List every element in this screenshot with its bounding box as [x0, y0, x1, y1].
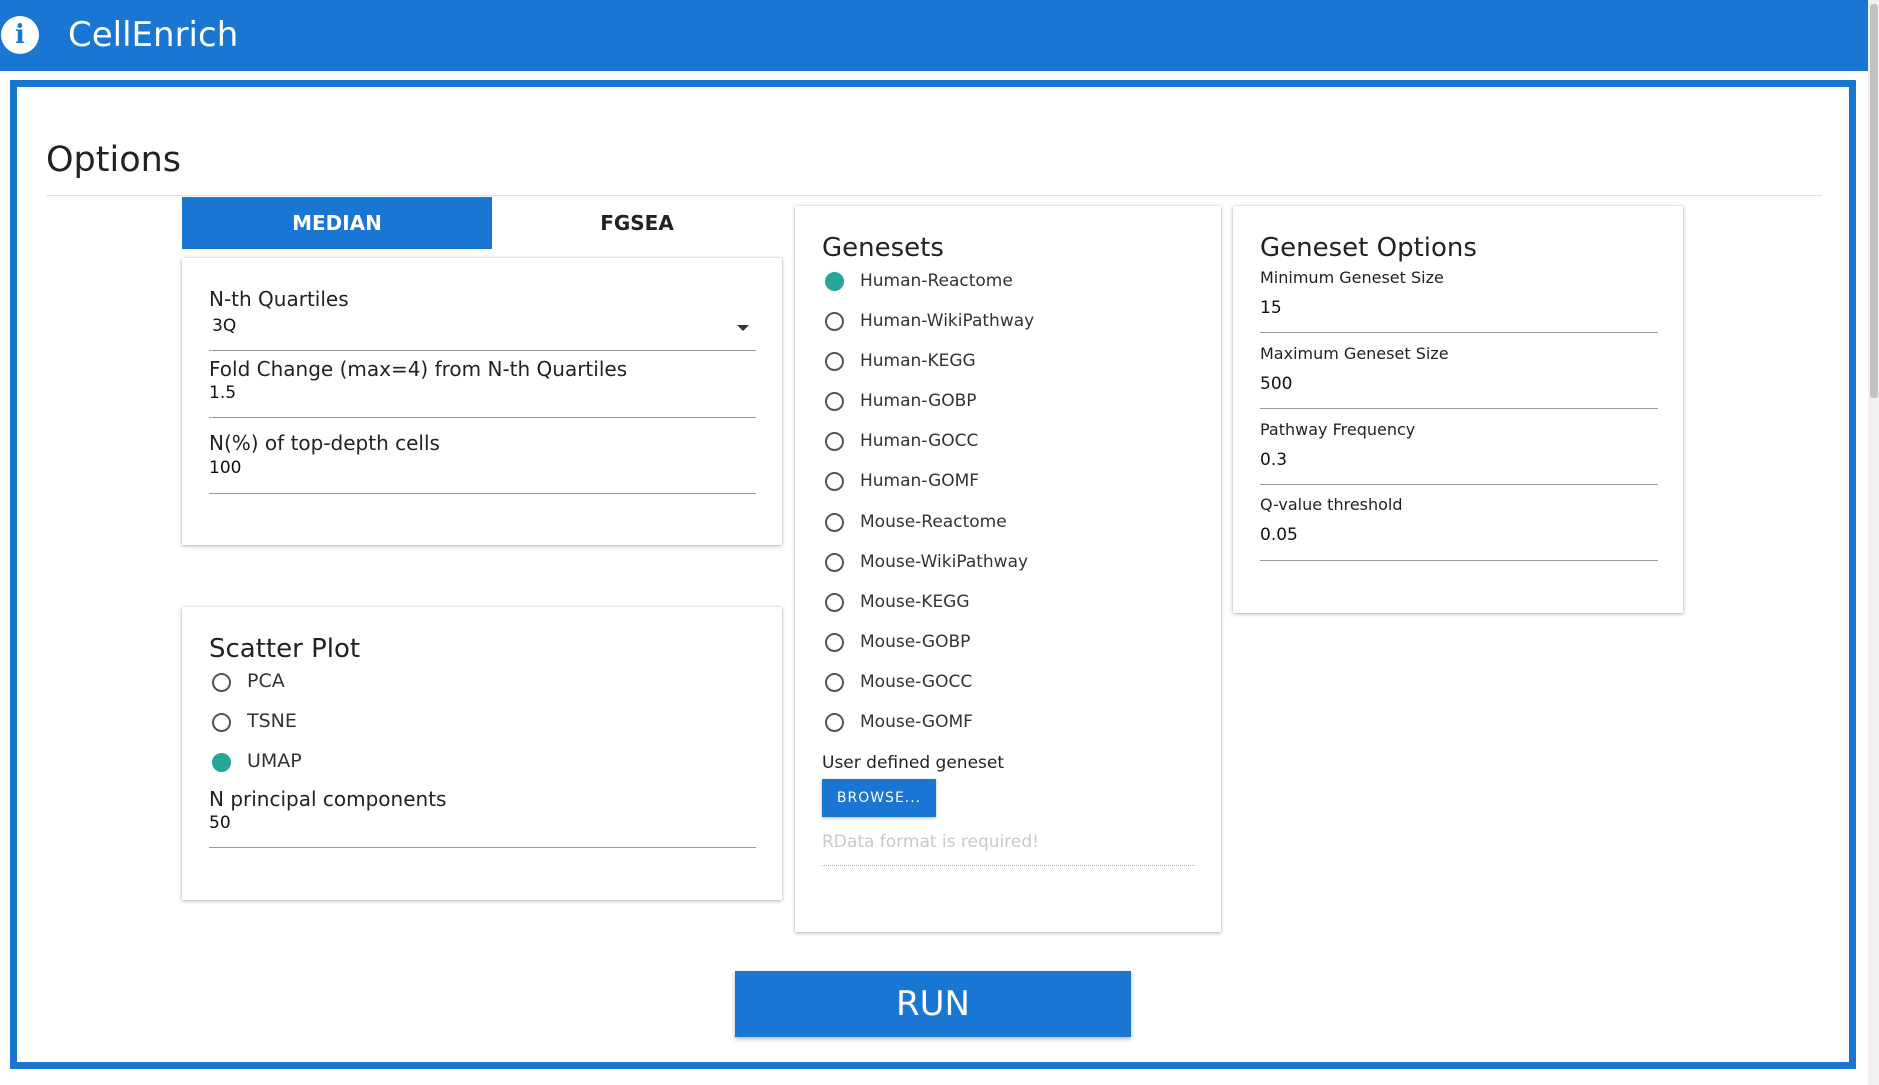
radio-tsne[interactable] — [212, 713, 231, 732]
radio-label-mouse-gobp: Mouse-GOBP — [860, 632, 971, 652]
app-bar: i CellEnrich — [0, 0, 1868, 71]
radio-label-mouse-gocc: Mouse-GOCC — [860, 672, 973, 692]
radio-umap[interactable] — [212, 753, 231, 772]
tab-median[interactable]: MEDIAN — [182, 197, 492, 249]
radio-label-tsne: TSNE — [247, 710, 297, 732]
radio-mouse-gobp[interactable] — [825, 633, 844, 652]
min-geneset-size-label: Minimum Geneset Size — [1260, 268, 1444, 287]
radio-label-mouse-kegg: Mouse-KEGG — [860, 592, 970, 612]
quartiles-label: N-th Quartiles — [209, 287, 349, 311]
radio-label-pca: PCA — [247, 670, 285, 692]
top-depth-label: N(%) of top-depth cells — [209, 431, 440, 455]
pathway-frequency-underline — [1260, 484, 1658, 485]
app-title: CellEnrich — [68, 15, 239, 55]
genesets-title: Genesets — [822, 233, 944, 263]
fold-change-label: Fold Change (max=4) from N-th Quartiles — [209, 357, 628, 381]
chevron-down-icon[interactable] — [737, 325, 749, 331]
radio-mouse-wikipathway[interactable] — [825, 553, 844, 572]
radio-label-human-wikipathway: Human-WikiPathway — [860, 311, 1035, 331]
radio-label-human-gomf: Human-GOMF — [860, 471, 980, 491]
radio-pca[interactable] — [212, 673, 231, 692]
radio-mouse-reactome[interactable] — [825, 513, 844, 532]
title-divider — [46, 195, 1822, 196]
q-value-threshold-underline — [1260, 560, 1658, 561]
principal-components-field[interactable]: 50 — [209, 812, 231, 834]
info-icon[interactable]: i — [1, 16, 39, 54]
browse-button[interactable]: BROWSE... — [822, 779, 936, 817]
scrollbar-thumb[interactable] — [1870, 4, 1878, 398]
radio-mouse-gomf[interactable] — [825, 713, 844, 732]
q-value-threshold-label: Q-value threshold — [1260, 495, 1403, 514]
run-button[interactable]: RUN — [735, 971, 1131, 1037]
quartiles-select[interactable]: 3Q — [212, 315, 236, 337]
principal-components-label: N principal components — [209, 787, 447, 811]
pathway-frequency-label: Pathway Frequency — [1260, 420, 1416, 439]
radio-mouse-gocc[interactable] — [825, 673, 844, 692]
tab-fgsea[interactable]: FGSEA — [492, 197, 782, 249]
radio-human-gocc[interactable] — [825, 432, 844, 451]
principal-components-underline — [209, 847, 756, 848]
radio-human-reactome[interactable] — [825, 272, 844, 291]
max-geneset-size-field[interactable]: 500 — [1260, 373, 1292, 395]
top-depth-field[interactable]: 100 — [209, 457, 241, 479]
scatter-plot-title: Scatter Plot — [209, 634, 361, 664]
top-depth-underline — [209, 493, 756, 494]
max-geneset-size-label: Maximum Geneset Size — [1260, 344, 1449, 363]
radio-human-kegg[interactable] — [825, 352, 844, 371]
file-path-underline — [822, 865, 1195, 866]
radio-label-mouse-wikipathway: Mouse-WikiPathway — [860, 552, 1029, 572]
geneset-options-title: Geneset Options — [1260, 233, 1477, 263]
file-path-field[interactable]: RData format is required! — [822, 831, 1039, 853]
min-geneset-size-field[interactable]: 15 — [1260, 297, 1282, 319]
radio-label-umap: UMAP — [247, 750, 302, 772]
radio-human-gobp[interactable] — [825, 392, 844, 411]
radio-label-mouse-reactome: Mouse-Reactome — [860, 512, 1007, 532]
radio-label-human-kegg: Human-KEGG — [860, 351, 976, 371]
page-title: Options — [46, 140, 182, 180]
radio-mouse-kegg[interactable] — [825, 593, 844, 612]
radio-label-human-reactome: Human-Reactome — [860, 271, 1013, 291]
q-value-threshold-field[interactable]: 0.05 — [1260, 524, 1298, 546]
radio-label-mouse-gomf: Mouse-GOMF — [860, 712, 973, 732]
fold-change-underline — [209, 417, 756, 418]
quartiles-underline — [209, 350, 756, 351]
pathway-frequency-field[interactable]: 0.3 — [1260, 449, 1287, 471]
radio-label-human-gocc: Human-GOCC — [860, 431, 979, 451]
radio-human-wikipathway[interactable] — [825, 312, 844, 331]
radio-label-human-gobp: Human-GOBP — [860, 391, 977, 411]
radio-human-gomf[interactable] — [825, 472, 844, 491]
user-geneset-label: User defined geneset — [822, 753, 1005, 773]
min-geneset-size-underline — [1260, 332, 1658, 333]
max-geneset-size-underline — [1260, 408, 1658, 409]
fold-change-field[interactable]: 1.5 — [209, 382, 236, 404]
